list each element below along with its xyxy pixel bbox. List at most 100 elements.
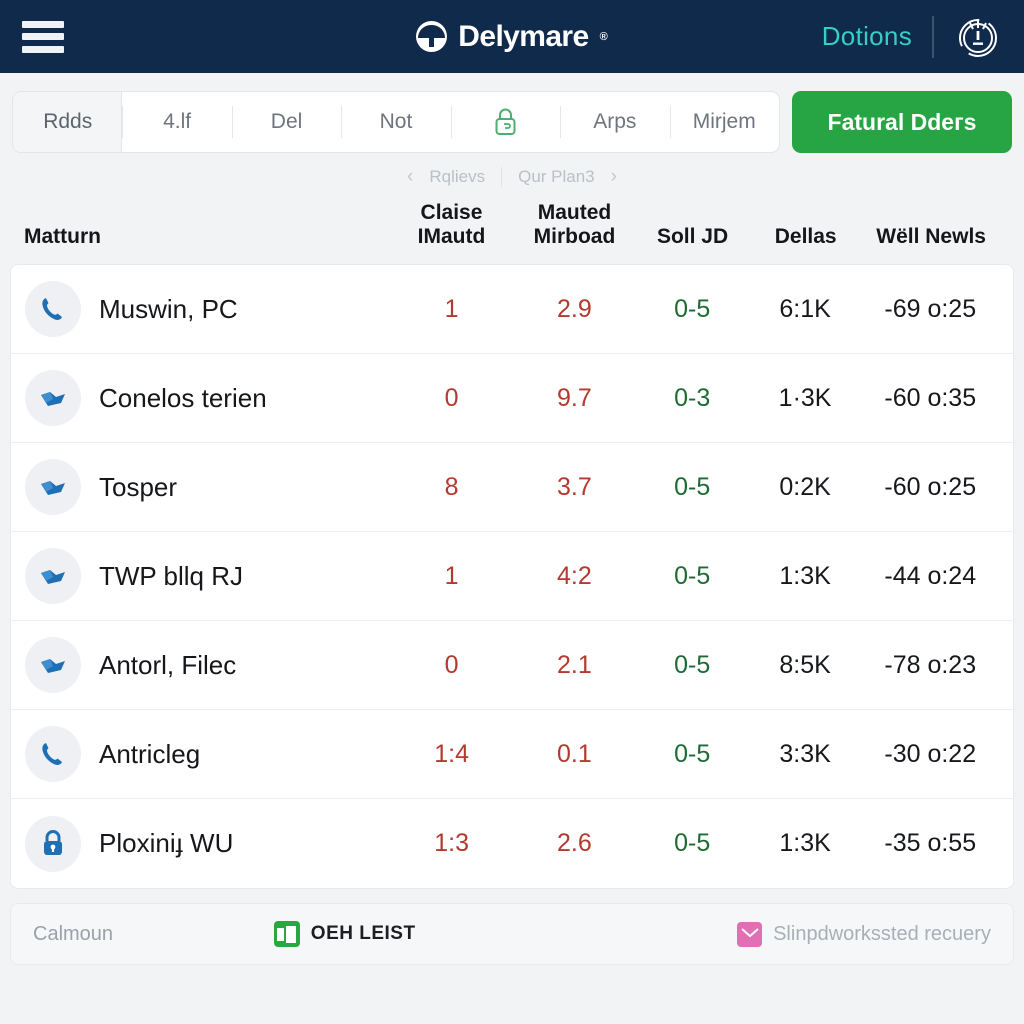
column-header-matturn[interactable]: Matturn <box>24 225 390 249</box>
column-header-dellas[interactable]: Dellas <box>749 225 862 249</box>
subnav-pagination: ‹ Rqlievs Qur Plan3 › <box>0 153 1024 201</box>
column-header-line: Soll JD <box>656 224 729 248</box>
row-claise-imautd: 1 <box>444 294 459 323</box>
table-row[interactable]: Tosper 8 3.7 0-5 0:2K -60 o:25 <box>11 443 1013 533</box>
chevron-left-icon[interactable]: ‹ <box>407 166 413 188</box>
row-mauted-mirboad: 0.1 <box>556 739 592 768</box>
tab-not[interactable]: Not <box>341 92 450 152</box>
app-header: Delymare ® Dotions <box>0 0 1024 73</box>
column-header-mauted-mirboad[interactable]: Mauted Mirboad <box>513 201 636 248</box>
column-header-line: Dellas <box>774 224 837 248</box>
row-claise-imautd: 0 <box>444 650 459 679</box>
row-name-cell: Conelos terien <box>25 370 390 427</box>
tile-bar <box>286 925 297 943</box>
row-well-newls: -35 o:55 <box>884 829 977 858</box>
row-mauted-mirboad: 2.6 <box>556 829 592 858</box>
hamburger-bar <box>22 33 64 40</box>
tile-bar <box>277 927 285 941</box>
phone-icon <box>25 726 81 783</box>
row-soll-jd: 0-5 <box>674 472 711 501</box>
table-row[interactable]: Antorl, Filec 0 2.1 0-5 8:5K -78 o:23 <box>11 621 1013 711</box>
tabbar: Rdds 4.lf Del Not Arps Mirjem Fatural Dd… <box>12 91 1012 153</box>
tab-del[interactable]: Del <box>231 92 341 152</box>
row-name-cell: Muswin, PC <box>25 281 390 338</box>
header-actions: Dotions <box>822 13 1002 61</box>
row-well-newls: -44 o:24 <box>884 561 977 590</box>
column-header-line: Matturn <box>24 224 101 248</box>
row-name-label: Tosper <box>99 471 178 502</box>
row-mauted-mirboad: 4:2 <box>556 561 592 590</box>
row-name-label: Conelos terien <box>99 382 267 413</box>
row-name-cell: Tosper <box>25 459 390 516</box>
row-claise-imautd: 8 <box>444 472 459 501</box>
row-claise-imautd: 1:4 <box>434 739 469 768</box>
table-row[interactable]: TWP bllq RJ 1 4:2 0-5 1:3K -44 o:24 <box>11 532 1013 622</box>
hamburger-menu-icon[interactable] <box>22 20 64 53</box>
tab-label: Rdds <box>43 110 93 133</box>
tabbar-container: Rdds 4.lf Del Not Arps Mirjem Fatural Dd… <box>0 73 1024 153</box>
row-dellas: 0:2K <box>779 472 831 501</box>
column-header-line: Claise <box>420 201 483 224</box>
column-header-line: IMautd <box>417 224 486 248</box>
row-name-label: Ploxiniɟ WU <box>99 828 234 859</box>
footer-bar: Calmoun OEH LEIST Slinpdworkssted recuer… <box>10 903 1014 966</box>
footer-right-item[interactable]: Slinpdworkssted recuery <box>737 921 991 947</box>
row-well-newls: -60 o:35 <box>884 383 977 412</box>
row-name-cell: TWP bllq RJ <box>25 548 390 605</box>
table-row[interactable]: Ploxiniɟ WU 1:3 2.6 0-5 1:3K -35 o:55 <box>11 799 1013 888</box>
tab-lock[interactable] <box>450 92 560 152</box>
row-dellas: 1·3K <box>778 383 832 412</box>
row-name-label: Antorl, Filec <box>99 649 237 680</box>
footer-mid-label: OEH LEIST <box>310 923 416 945</box>
hamburger-bar <box>22 20 64 28</box>
table-row[interactable]: Antricleg 1:4 0.1 0-5 3:3K -30 o:22 <box>11 710 1013 800</box>
table-header-row: Matturn Claise IMautd Mauted Mirboad Sol… <box>10 201 1014 265</box>
row-name-label: TWP bllq RJ <box>99 560 243 591</box>
row-soll-jd: 0-5 <box>674 739 711 768</box>
row-well-newls: -78 o:23 <box>884 650 977 679</box>
lock-icon <box>25 815 81 872</box>
row-well-newls: -69 o:25 <box>884 294 977 323</box>
flag-icon <box>25 459 81 516</box>
row-name-cell: Ploxiniɟ WU <box>25 815 390 872</box>
row-soll-jd: 0-5 <box>674 650 711 679</box>
tab-label: 4.lf <box>163 110 192 133</box>
row-claise-imautd: 1 <box>444 561 459 590</box>
row-well-newls: -30 o:22 <box>884 739 977 768</box>
column-header-line: Mauted <box>537 201 612 224</box>
subnav-prev-label[interactable]: Rqlievs <box>429 167 485 187</box>
footer-mid-item[interactable]: OEH LEIST <box>273 921 416 948</box>
flag-icon <box>25 637 81 694</box>
footer-left-label[interactable]: Calmoun <box>33 923 113 946</box>
row-mauted-mirboad: 3.7 <box>556 472 592 501</box>
tab-rdds[interactable]: Rdds <box>13 92 123 152</box>
tab-4lf[interactable]: 4.lf <box>122 92 231 152</box>
table-body: Muswin, PC 1 2.9 0-5 6:1K -69 o:25 Conel… <box>10 264 1014 890</box>
phone-icon <box>25 281 81 338</box>
column-header-well-newls[interactable]: Wëll Newls <box>862 225 1000 249</box>
column-header-line: Mirboad <box>533 224 616 248</box>
fatural-ddes-button[interactable]: Fatural Ddeгs <box>792 91 1012 153</box>
tab-label: Del <box>270 110 303 133</box>
flag-icon <box>25 548 81 605</box>
footer-right-label: Slinpdworkssted recuery <box>773 922 991 945</box>
header-link-dotions[interactable]: Dotions <box>822 21 912 52</box>
row-dellas: 3:3K <box>779 739 831 768</box>
tab-arps[interactable]: Arps <box>560 92 669 152</box>
row-soll-jd: 0-5 <box>674 294 711 323</box>
row-soll-jd: 0-5 <box>674 829 711 858</box>
table-container: Matturn Claise IMautd Mauted Mirboad Sol… <box>0 201 1024 890</box>
chevron-right-icon[interactable]: › <box>611 166 617 188</box>
subnav-next-label[interactable]: Qur Plan3 <box>518 167 595 187</box>
award-badge-icon[interactable] <box>954 13 1002 61</box>
table-row[interactable]: Conelos terien 0 9.7 0-3 1·3K -60 o:35 <box>11 354 1013 444</box>
column-header-line: Wëll Newls <box>876 224 986 248</box>
tab-mirjem[interactable]: Mirjem <box>669 92 779 152</box>
column-header-soll-jd[interactable]: Soll JD <box>636 225 749 249</box>
table-row[interactable]: Muswin, PC 1 2.9 0-5 6:1K -69 o:25 <box>11 265 1013 355</box>
row-mauted-mirboad: 2.9 <box>556 294 592 323</box>
column-header-claise-imautd[interactable]: Claise IMautd <box>390 201 513 248</box>
brand-name: Delymare <box>458 19 589 53</box>
row-dellas: 1:3K <box>779 561 831 590</box>
row-name-cell: Antricleg <box>25 726 390 783</box>
